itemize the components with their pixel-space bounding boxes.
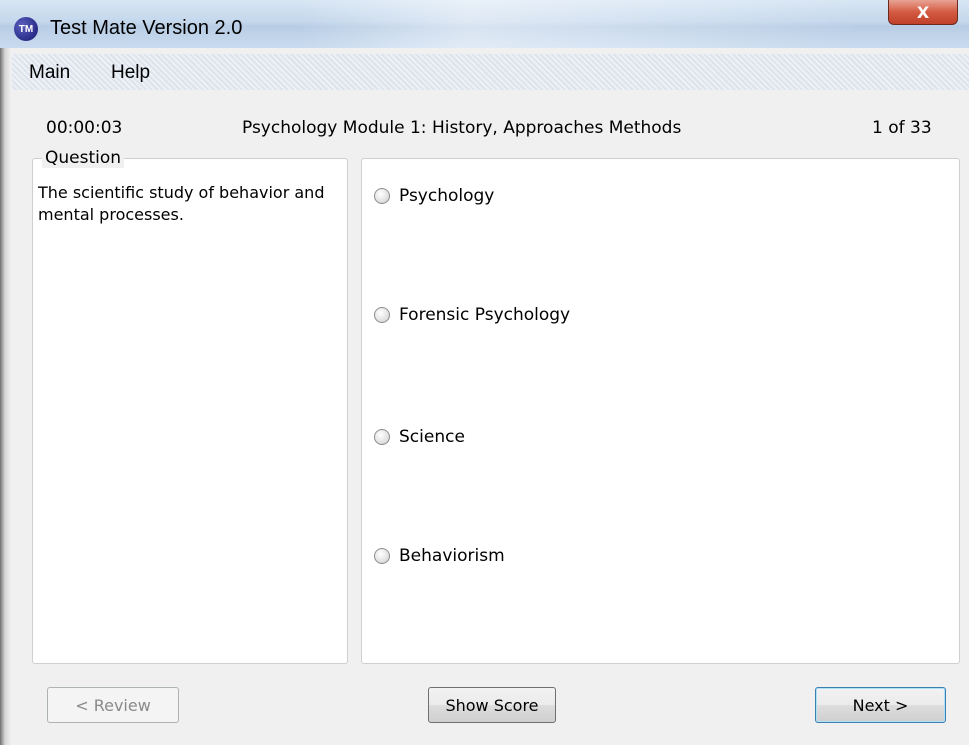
review-button[interactable]: < Review: [47, 687, 179, 723]
elapsed-timer: 00:00:03: [46, 118, 123, 138]
question-progress: 1 of 33: [872, 118, 932, 138]
radio-button[interactable]: [374, 548, 390, 564]
answers-panel: [361, 158, 960, 664]
window-title: Test Mate Version 2.0: [50, 17, 243, 39]
question-panel: [32, 158, 348, 664]
next-button[interactable]: Next >: [815, 687, 946, 723]
show-score-button[interactable]: Show Score: [428, 687, 556, 723]
answer-option-2[interactable]: Forensic Psychology: [374, 305, 570, 325]
answer-label: Science: [399, 427, 465, 447]
answer-option-1[interactable]: Psychology: [374, 186, 494, 206]
menu-bar: [12, 54, 969, 90]
radio-button[interactable]: [374, 307, 390, 323]
answer-option-4[interactable]: Behaviorism: [374, 546, 505, 566]
menu-main[interactable]: Main: [29, 62, 70, 84]
app-logo-icon: TM: [14, 17, 38, 41]
title-bar[interactable]: TM Test Mate Version 2.0 X: [0, 0, 969, 48]
answer-label: Behaviorism: [399, 546, 505, 566]
answer-label: Psychology: [399, 186, 495, 206]
answer-option-3[interactable]: Science: [374, 427, 465, 447]
question-legend: Question: [42, 148, 125, 168]
close-button[interactable]: X: [888, 0, 958, 25]
menu-help[interactable]: Help: [111, 62, 150, 84]
answer-label: Forensic Psychology: [399, 305, 571, 325]
title-bar-glass: [300, 0, 860, 48]
window-shadow-edge: [0, 0, 12, 745]
question-text: The scientific study of behavior and men…: [38, 183, 325, 224]
radio-button[interactable]: [374, 429, 390, 445]
radio-button[interactable]: [374, 188, 390, 204]
module-title: Psychology Module 1: History, Approaches…: [242, 118, 682, 138]
close-icon: X: [916, 2, 930, 22]
